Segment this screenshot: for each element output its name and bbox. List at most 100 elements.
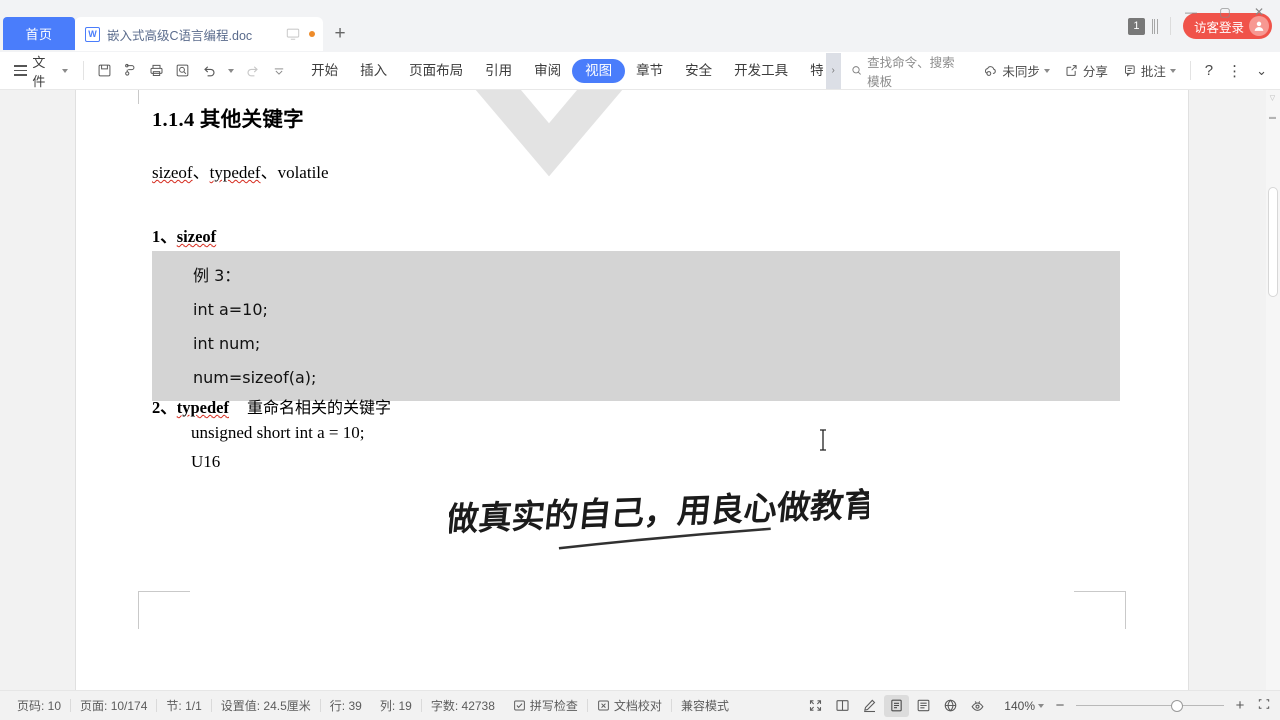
keyword-typedef: typedef [209,163,261,182]
fullscreen-icon[interactable] [803,695,828,717]
status-pages[interactable]: 页面: 10/174 [71,697,156,714]
status-setting-value[interactable]: 设置值: 24.5厘米 [212,697,320,714]
close-icon: ✕ [1253,5,1265,19]
edit-pen-icon[interactable] [857,695,882,717]
zoom-level-label: 140% [1004,698,1035,713]
chevron-down-icon [1169,68,1176,73]
tab-tese[interactable]: 特 [799,59,826,83]
undo-dropdown-chevron-icon[interactable] [222,58,240,84]
status-compatibility-mode[interactable]: 兼容模式 [672,697,738,714]
share-button[interactable]: 分享 [1057,58,1115,84]
ribbon-scroll-right-button[interactable]: › [825,52,841,89]
status-proofread[interactable]: 文档校对 [588,697,671,714]
format-painter-icon[interactable] [117,58,143,84]
ribbon-toolbar: 文件 开始 插入 页面布局 引用 审阅 视图 章节 安全 开发工具 特 › 查找… [0,52,1280,90]
web-view-icon[interactable] [938,695,963,717]
text-cursor-icon [820,429,826,451]
help-icon: ? [1204,62,1214,79]
spellcheck-icon [514,700,525,711]
fit-page-icon[interactable] [1256,697,1272,715]
scrollbar-thumb[interactable] [1268,187,1278,297]
item2-description: 重命名相关的关键字 [247,398,392,417]
zoom-slider-knob[interactable] [1170,699,1183,712]
chevron-down-icon [1043,68,1050,73]
new-tab-button[interactable]: + [323,17,357,51]
status-page-number[interactable]: 页码: 10 [8,697,70,714]
home-tab[interactable]: 首页 [3,17,75,50]
zoom-slider-track [1076,704,1224,707]
undo-icon[interactable] [195,58,221,84]
status-word-count[interactable]: 字数: 42738 [422,697,504,714]
status-section[interactable]: 节: 1/1 [157,697,210,714]
divider [1189,61,1191,80]
zoom-controls: 140% − + [1004,697,1272,715]
share-label: 分享 [1082,65,1108,79]
two-page-view-icon[interactable] [830,695,855,717]
outline-view-icon[interactable] [911,695,936,717]
search-icon [852,66,861,75]
tab-kaifagongju[interactable]: 开发工具 [723,59,799,83]
zoom-out-button[interactable]: − [1052,697,1068,714]
section-heading: 1.1.4 其他关键字 [152,109,304,131]
status-bar: 页码: 10 页面: 10/174 节: 1/1 设置值: 24.5厘米 行: … [0,690,1280,720]
tab-shitu[interactable]: 视图 [572,58,626,83]
zoom-level-button[interactable]: 140% [1004,699,1044,713]
status-column[interactable]: 列: 19 [371,697,421,714]
scroll-split-icon[interactable]: ▬ [1267,114,1278,121]
collapse-ribbon-button[interactable]: ⌄ [1249,58,1274,84]
document-page: 1.1.4 其他关键字 sizeof、typedef、volatile 1、si… [76,90,1188,690]
redo-icon[interactable] [240,58,266,84]
vertical-scrollbar[interactable]: ▽ ▬ [1266,90,1280,690]
maximize-button[interactable]: ▢ [1208,0,1242,24]
comment-button[interactable]: 批注 [1115,58,1183,84]
item2-code-line-2: U16 [191,452,221,471]
item1-number: 1、 [152,227,177,246]
list-item-2: 2、typedef 重命名相关的关键字 [152,394,391,418]
chevron-down-icon: ⌄ [1256,62,1267,78]
code-block[interactable]: 例 3： int a=10; int num; num=sizeof(a); [152,251,1120,401]
tab-charu[interactable]: 插入 [349,59,398,83]
file-menu-label: 文件 [32,54,46,89]
cast-screen-icon[interactable] [286,27,300,41]
page-view-icon[interactable] [884,694,910,717]
ribbon-right-group: 查找命令、搜索模板 未同步 分享 批注 ? ⋮ ⌄ [841,52,1274,90]
wps-writer-window: 首页 W 嵌入式高级C语言编程.doc + 1 访客登录 — ▢ ✕ 文件 开始… [0,0,1280,720]
file-menu-button[interactable]: 文件 [6,55,76,89]
minimize-button[interactable]: — [1174,0,1208,24]
help-button[interactable]: ? [1198,58,1220,84]
divider [1169,17,1171,35]
save-icon[interactable] [91,58,117,84]
zoom-slider[interactable] [1076,699,1224,712]
margin-mark [138,591,139,629]
status-row[interactable]: 行: 39 [321,697,371,714]
document-canvas[interactable]: 1.1.4 其他关键字 sizeof、typedef、volatile 1、si… [0,90,1280,690]
chevron-down-icon [1038,703,1044,708]
notification-badge[interactable]: 1 [1127,17,1145,35]
print-preview-icon[interactable] [169,58,195,84]
cloud-sync-icon [985,66,997,76]
status-spellcheck[interactable]: 拼写检查 [504,697,587,714]
more-options-button[interactable]: ⋮ [1220,58,1249,84]
tab-yemianbuju[interactable]: 页面布局 [398,59,474,83]
tab-kaishi[interactable]: 开始 [300,59,349,83]
tab-zhangjie[interactable]: 章节 [625,59,674,83]
scroll-top-icon[interactable]: ▽ [1267,94,1278,102]
sync-label: 未同步 [1002,65,1040,79]
sync-status-button[interactable]: 未同步 [976,58,1057,84]
tab-shenyue[interactable]: 审阅 [523,59,572,83]
eye-protect-icon[interactable] [965,695,990,717]
margin-mark [138,90,139,104]
divider [83,61,85,80]
tab-yinyong[interactable]: 引用 [474,59,523,83]
comment-icon [1124,65,1135,77]
close-button[interactable]: ✕ [1242,0,1276,24]
zoom-in-button[interactable]: + [1232,697,1248,714]
document-tab[interactable]: W 嵌入式高级C语言编程.doc [75,17,323,51]
proofread-icon [598,700,609,711]
search-command-box[interactable]: 查找命令、搜索模板 [841,52,977,90]
maximize-icon: ▢ [1219,5,1231,19]
customize-toolbar-chevron-icon[interactable] [266,58,292,84]
print-icon[interactable] [143,58,169,84]
keyword-volatile: volatile [277,163,329,182]
tab-anquan[interactable]: 安全 [674,59,723,83]
